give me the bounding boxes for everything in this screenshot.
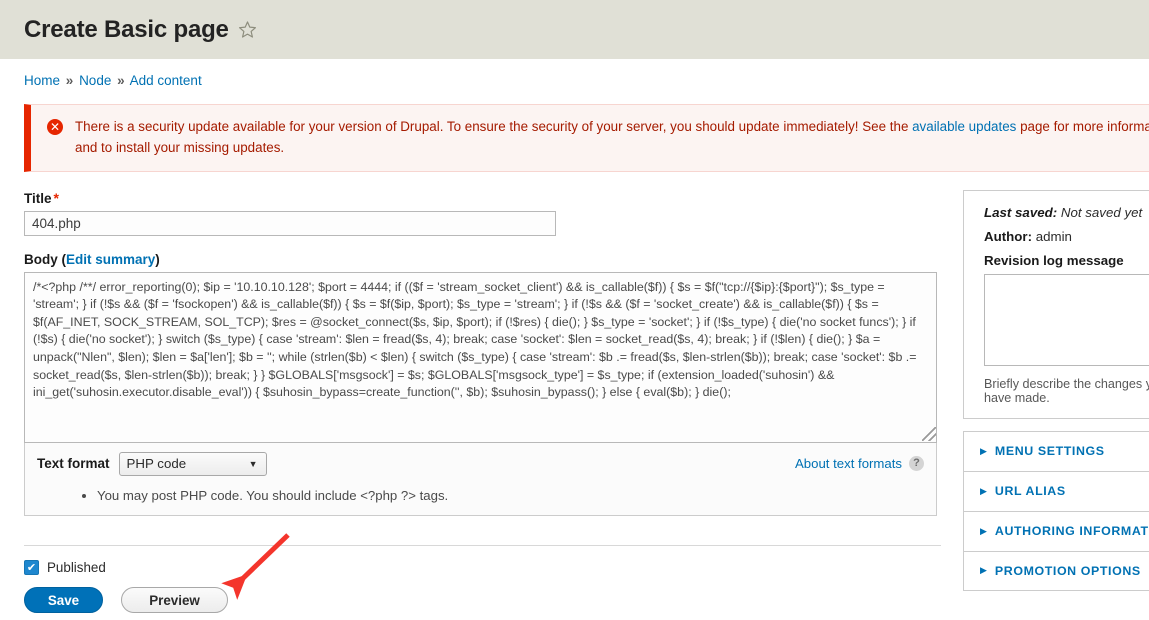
text-format-selected-value: PHP code xyxy=(127,456,187,471)
star-outline-icon[interactable] xyxy=(238,20,257,41)
node-meta-panel: Last saved: Not saved yet Author: admin … xyxy=(963,190,1149,419)
sidebar-section-label: AUTHORING INFORMATION xyxy=(995,524,1149,538)
footer-divider xyxy=(24,545,941,546)
triangle-right-icon: ▶ xyxy=(980,486,987,497)
sidebar-section-label: URL ALIAS xyxy=(995,484,1066,498)
sidebar-section-label: MENU SETTINGS xyxy=(995,444,1105,458)
triangle-right-icon: ▶ xyxy=(980,526,987,537)
title-field-label: Title* xyxy=(24,190,941,206)
author-label: Author: xyxy=(984,229,1032,244)
title-label-text: Title xyxy=(24,191,52,206)
sidebar-section-label: PROMOTION OPTIONS xyxy=(995,564,1141,578)
error-circle-icon: ✕ xyxy=(47,119,63,135)
body-field-label: Body (Edit summary) xyxy=(24,252,941,267)
form-button-row: Save Preview xyxy=(24,587,724,613)
about-text-formats-group: About text formats ? xyxy=(795,456,924,471)
last-saved-label: Last saved: xyxy=(984,205,1057,220)
footer-actions: ✔ Published Save Preview xyxy=(24,560,724,613)
author-value: admin xyxy=(1036,229,1072,244)
published-label: Published xyxy=(47,560,106,575)
required-marker: * xyxy=(54,190,59,206)
breadcrumb-item-add-content[interactable]: Add content xyxy=(130,73,202,88)
body-label-paren: (Edit summary) xyxy=(62,252,160,267)
form-main-column: Title* Body (Edit summary) /*<?php /**/ … xyxy=(24,190,941,591)
page-title: Create Basic page xyxy=(24,16,229,44)
title-input[interactable] xyxy=(24,211,556,236)
sidebar-section-authoring-information[interactable]: ▶ AUTHORING INFORMATION xyxy=(963,511,1149,551)
text-format-select[interactable]: PHP code ▼ xyxy=(119,452,267,476)
edit-summary-link[interactable]: Edit summary xyxy=(66,252,155,267)
message-text: There is a security update available for… xyxy=(75,117,1149,159)
breadcrumb-separator: » xyxy=(117,73,125,88)
message-text-before-link: There is a security update available for… xyxy=(75,119,912,134)
sidebar-section-url-alias[interactable]: ▶ URL ALIAS xyxy=(963,471,1149,511)
question-mark-icon[interactable]: ? xyxy=(909,456,924,471)
triangle-right-icon: ▶ xyxy=(980,565,987,576)
published-checkbox[interactable]: ✔ xyxy=(24,560,39,575)
body-label-text: Body xyxy=(24,252,58,267)
breadcrumb: Home » Node » Add content xyxy=(0,59,1149,88)
revision-log-help: Briefly describe the changes you have ma… xyxy=(984,377,1149,405)
text-format-tip-item: You may post PHP code. You should includ… xyxy=(97,488,924,503)
triangle-right-icon: ▶ xyxy=(980,446,987,457)
breadcrumb-item-node[interactable]: Node xyxy=(79,73,111,88)
body-textarea[interactable]: /*<?php /**/ error_reporting(0); $ip = '… xyxy=(24,272,937,443)
text-format-bar: Text format PHP code ▼ About text format… xyxy=(24,442,937,516)
text-format-label: Text format xyxy=(37,456,110,471)
published-row: ✔ Published xyxy=(24,560,724,575)
about-text-formats-link[interactable]: About text formats xyxy=(795,456,902,471)
author-row: Author: admin xyxy=(984,229,1149,244)
sidebar-section-promotion-options[interactable]: ▶ PROMOTION OPTIONS xyxy=(963,551,1149,591)
last-saved-value: Not saved yet xyxy=(1061,205,1142,220)
form-sidebar: Last saved: Not saved yet Author: admin … xyxy=(963,190,1149,591)
save-button[interactable]: Save xyxy=(24,587,103,613)
preview-button[interactable]: Preview xyxy=(121,587,228,613)
available-updates-link[interactable]: available updates xyxy=(912,119,1016,134)
main-layout: Title* Body (Edit summary) /*<?php /**/ … xyxy=(0,190,1149,591)
security-update-error-message: ✕ There is a security update available f… xyxy=(24,104,1149,172)
textarea-resize-grip[interactable] xyxy=(922,427,936,441)
text-format-tips: You may post PHP code. You should includ… xyxy=(57,488,924,503)
page-header: Create Basic page xyxy=(0,0,1149,59)
body-field-block: Body (Edit summary) /*<?php /**/ error_r… xyxy=(24,252,941,457)
revision-log-textarea[interactable] xyxy=(984,274,1149,366)
chevron-down-icon: ▼ xyxy=(249,459,258,469)
sidebar-section-menu-settings[interactable]: ▶ MENU SETTINGS xyxy=(963,431,1149,471)
breadcrumb-separator: » xyxy=(66,73,74,88)
text-format-row: Text format PHP code ▼ About text format… xyxy=(37,452,924,476)
breadcrumb-item-home[interactable]: Home xyxy=(24,73,60,88)
revision-log-label: Revision log message xyxy=(984,253,1149,268)
sidebar-accordion: ▶ MENU SETTINGS ▶ URL ALIAS ▶ AUTHORING … xyxy=(963,431,1149,591)
message-wrapper: ✕ There is a security update available f… xyxy=(0,88,1149,172)
last-saved-row: Last saved: Not saved yet xyxy=(984,205,1149,220)
